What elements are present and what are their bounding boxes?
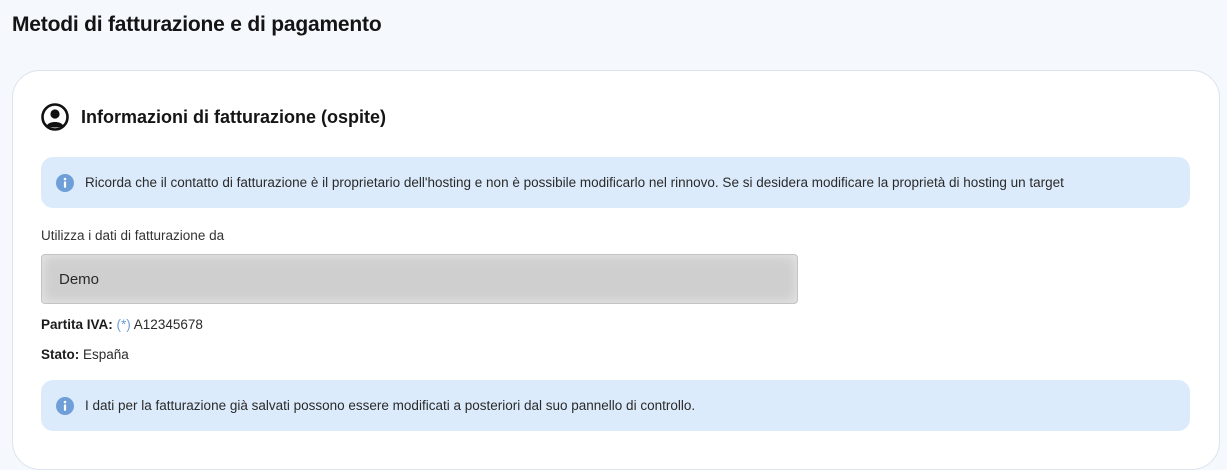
vat-label: Partita IVA: bbox=[41, 317, 113, 332]
state-line: Stato: España bbox=[41, 347, 129, 362]
billing-card: Informazioni di fatturazione (ospite) Ri… bbox=[12, 70, 1220, 470]
user-circle-icon bbox=[41, 103, 69, 131]
billing-source-select[interactable]: Demo bbox=[41, 254, 798, 304]
info-icon bbox=[56, 396, 74, 415]
billing-source-label: Utilizza i dati di fatturazione da bbox=[41, 228, 225, 243]
page-title: Metodi di fatturazione e di pagamento bbox=[12, 13, 382, 36]
info-icon bbox=[56, 173, 74, 192]
section-header: Informazioni di fatturazione (ospite) bbox=[41, 103, 386, 131]
vat-line: Partita IVA: (*) A12345678 bbox=[41, 317, 203, 332]
required-mark: (*) bbox=[116, 317, 131, 332]
owner-notice-text: Ricorda che il contatto di fatturazione … bbox=[85, 175, 1064, 190]
state-label: Stato: bbox=[41, 347, 80, 362]
state-value: España bbox=[83, 347, 129, 362]
owner-notice: Ricorda che il contatto di fatturazione … bbox=[41, 157, 1190, 208]
section-title: Informazioni di fatturazione (ospite) bbox=[81, 106, 386, 127]
edit-notice-text: I dati per la fatturazione già salvati p… bbox=[85, 398, 696, 413]
edit-notice: I dati per la fatturazione già salvati p… bbox=[41, 380, 1190, 431]
vat-value: A12345678 bbox=[133, 317, 203, 332]
